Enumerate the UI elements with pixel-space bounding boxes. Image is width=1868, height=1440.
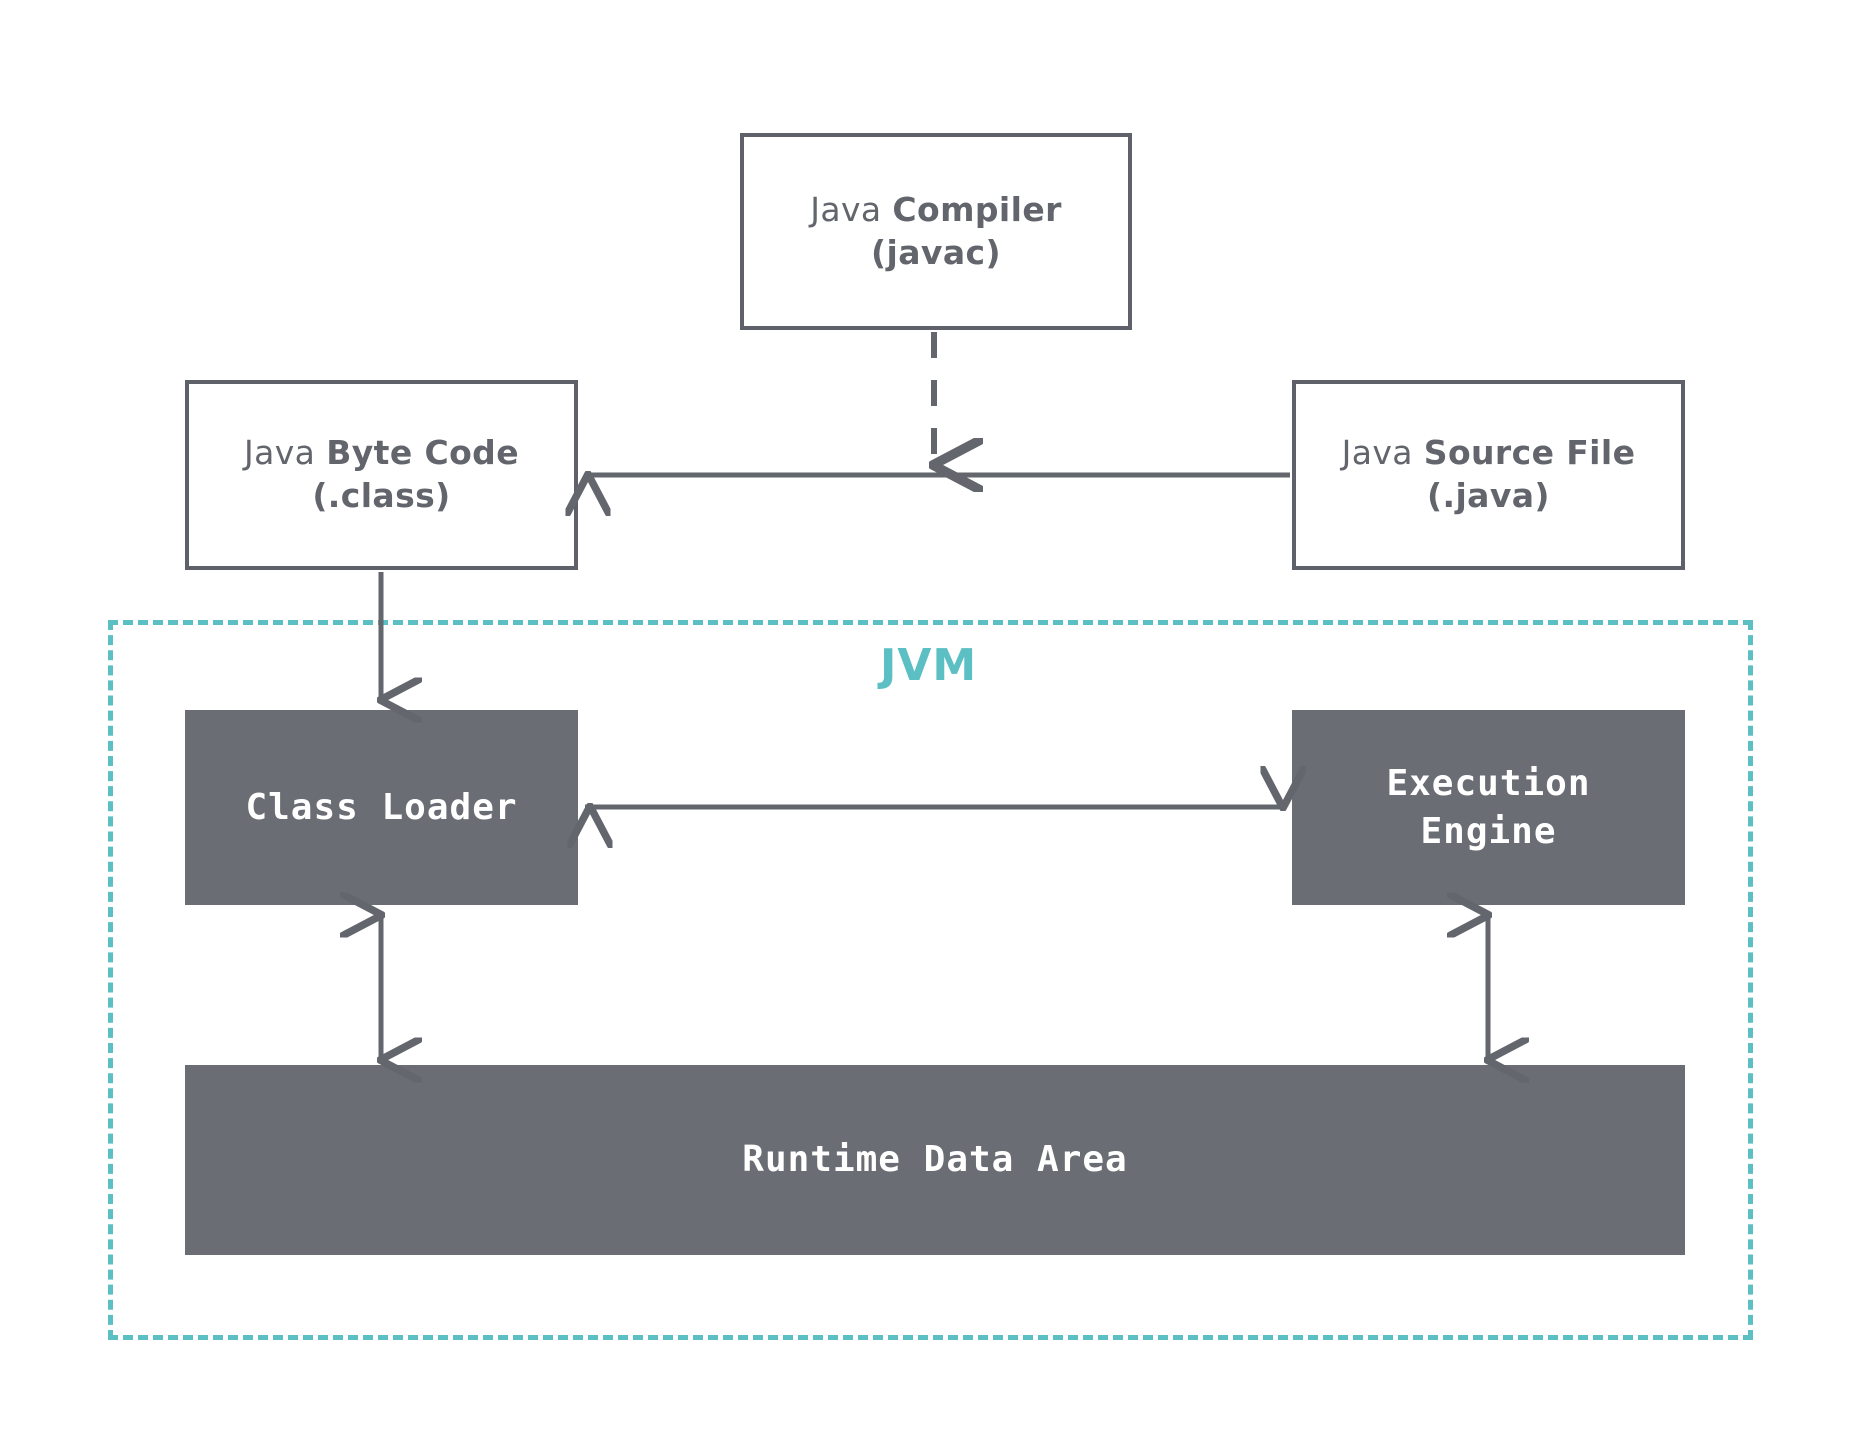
java-byte-code-text: Java Byte Code (.class) bbox=[244, 432, 519, 518]
jvm-label: JVM bbox=[880, 640, 978, 691]
execution-engine-text: Execution Engine bbox=[1386, 760, 1590, 855]
java-compiler-line1-bold: Compiler bbox=[892, 189, 1062, 229]
java-byte-code-line2: (.class) bbox=[312, 476, 451, 515]
java-source-file-line1: Java Source File bbox=[1342, 432, 1636, 475]
java-source-file-text: Java Source File (.java) bbox=[1342, 432, 1636, 518]
runtime-data-area-label: Runtime Data Area bbox=[742, 1139, 1128, 1181]
java-compiler-line1-regular: Java bbox=[810, 189, 893, 229]
execution-engine-line1: Execution bbox=[1386, 762, 1591, 804]
class-loader-label: Class Loader bbox=[245, 786, 518, 828]
node-execution-engine: Execution Engine bbox=[1292, 710, 1685, 905]
java-compiler-line2: (javac) bbox=[871, 232, 1001, 272]
java-byte-code-line1-regular: Java bbox=[243, 433, 327, 473]
node-java-byte-code: Java Byte Code (.class) bbox=[185, 380, 578, 570]
java-compiler-text: Java Compiler (javac) bbox=[810, 189, 1062, 275]
node-runtime-data-area: Runtime Data Area bbox=[185, 1065, 1685, 1255]
node-java-source-file: Java Source File (.java) bbox=[1292, 380, 1685, 570]
node-java-compiler: Java Compiler (javac) bbox=[740, 133, 1132, 330]
node-class-loader: Class Loader bbox=[185, 710, 578, 905]
java-byte-code-line1-bold: Byte Code bbox=[326, 433, 519, 473]
java-source-file-line1-regular: Java bbox=[1341, 433, 1424, 473]
java-source-file-line1-bold: Source File bbox=[1423, 433, 1636, 473]
execution-engine-line2: Engine bbox=[1420, 810, 1557, 852]
jvm-architecture-diagram: JVM Java Compiler (javac) Java Byte Code… bbox=[0, 0, 1868, 1440]
java-compiler-line1: Java Compiler bbox=[810, 189, 1062, 232]
java-byte-code-line1: Java Byte Code bbox=[244, 432, 519, 475]
java-source-file-line2: (.java) bbox=[1427, 476, 1550, 515]
